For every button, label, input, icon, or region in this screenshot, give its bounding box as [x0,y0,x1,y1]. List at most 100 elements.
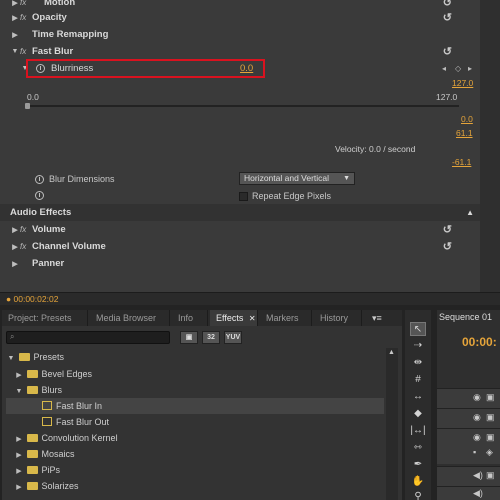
folder-icon [26,369,38,378]
reset-icon[interactable]: ↺ [443,11,452,24]
tree-label: Blurs [41,385,63,395]
selection-tool-icon[interactable]: ↖ [410,322,426,336]
effects-search-input[interactable]: ⌕ [6,331,170,344]
tab-media-browser[interactable]: Media Browser [90,310,170,326]
video-track-expanded[interactable]: ◉ ▣ ▪ ◈ [437,428,500,464]
fx-icon[interactable]: fx [20,242,32,251]
track-select-tool-icon[interactable]: ⇢ [410,339,426,353]
tree-item-convolution-kernel[interactable]: ▶ Convolution Kernel [6,430,384,446]
tab-project[interactable]: Project: Presets [2,310,88,326]
tab-info[interactable]: Info [172,310,208,326]
expand-triangle-icon[interactable]: ▶ [10,31,20,39]
prev-keyframe-icon[interactable]: ◂ [442,64,446,73]
effect-row-time-remapping[interactable]: ▶ Time Remapping [0,26,480,43]
effects-scrollbar[interactable]: ▲ [386,348,398,500]
tab-markers[interactable]: Markers [260,310,312,326]
eye-icon[interactable]: ◉ [473,392,481,403]
effect-label: Channel Volume [32,241,106,252]
expand-triangle-icon[interactable]: ▶ [14,480,24,496]
close-icon[interactable]: ✕ [249,314,256,323]
slip-tool-icon[interactable]: |↔| [410,424,426,438]
tree-item-fast-blur-out[interactable]: Fast Blur Out [6,414,384,430]
reset-icon[interactable]: ↺ [443,240,452,253]
collapse-triangle-icon[interactable]: ▼ [10,48,20,55]
audio-row-volume[interactable]: ▶ fx Volume ↺ [0,221,480,238]
next-keyframe-icon[interactable]: ▸ [468,64,472,73]
panel-menu-icon[interactable]: ▾≡ [366,310,398,326]
collapse-triangle-icon[interactable]: ▼ [6,351,16,367]
fx-icon[interactable]: fx [20,225,32,234]
audio-row-panner[interactable]: ▶ Panner [0,255,480,272]
scroll-up-icon[interactable]: ▲ [388,349,395,356]
folder-icon [26,465,38,474]
expand-triangle-icon[interactable]: ▶ [10,243,20,251]
preset-effect-icon [42,401,52,411]
scroll-up-icon[interactable]: ▲ [466,204,474,221]
audio-row-channel-volume[interactable]: ▶ fx Channel Volume ↺ [0,238,480,255]
tree-item-mosaics[interactable]: ▶ Mosaics [6,446,384,462]
fx-icon[interactable]: fx [20,47,32,56]
repeat-edge-row[interactable]: Repeat Edge Pixels [239,191,331,201]
slide-tool-icon[interactable]: ⇿ [410,441,426,455]
effect-row-opacity[interactable]: ▶ fx Opacity ↺ [0,9,480,26]
rate-stretch-tool-icon[interactable]: ↔ [410,390,426,404]
timecode[interactable]: 00:00:02:02 [14,294,59,304]
pen-tool-icon[interactable]: ✒ [410,458,426,472]
audio-track[interactable]: ◀) ▣ [437,466,500,486]
track-output-icon[interactable]: ▣ [486,412,495,423]
accelerated-effects-button[interactable]: ▣ [180,331,198,344]
tab-label: Effects [216,313,244,323]
tab-effects[interactable]: Effects ✕ [210,310,258,326]
tree-item-bevel-edges[interactable]: ▶ Bevel Edges [6,366,384,382]
fx-icon[interactable]: fx [20,13,32,22]
stopwatch-icon[interactable] [35,174,44,184]
effect-label: Opacity [32,12,67,23]
razor-tool-icon[interactable]: ◆ [410,407,426,421]
keyframe-icon[interactable]: ▪ [473,447,476,457]
tab-history[interactable]: History [314,310,362,326]
tree-item-pips[interactable]: ▶ PiPs [6,462,384,478]
32bit-effects-button[interactable]: 32 [202,331,220,344]
display-style-icon[interactable]: ◈ [486,447,493,458]
tree-item-solarizes[interactable]: ▶ Solarizes [6,478,384,494]
hand-tool-icon[interactable]: ✋ [410,475,426,489]
yuv-effects-button[interactable]: YUV [224,331,242,344]
tree-label: Presets [33,352,65,362]
track-output-icon[interactable]: ▣ [486,432,495,443]
reset-icon[interactable]: ↺ [443,223,452,236]
rolling-edit-tool-icon[interactable]: # [410,373,426,387]
expand-triangle-icon[interactable]: ▶ [10,14,20,22]
effect-row-fast-blur[interactable]: ▼ fx Fast Blur ↺ [0,43,480,60]
graph-max-value: 127.0 [452,78,474,88]
add-keyframe-icon[interactable]: ◇ [455,64,461,73]
collapse-triangle-icon[interactable]: ▶ [10,0,20,7]
track-output-icon[interactable]: ▣ [486,392,495,403]
reset-icon[interactable]: ↺ [443,0,452,9]
speaker-icon[interactable]: ◀) [473,488,483,499]
tree-label: PiPs [41,465,61,475]
stopwatch-icon[interactable] [35,191,44,202]
blurriness-slider[interactable] [27,105,459,107]
zoom-tool-icon[interactable]: ⚲ [410,490,426,500]
sequence-timecode[interactable]: 00:00: [462,335,497,349]
tree-item-blurs[interactable]: ▼ Blurs [6,382,384,398]
slider-max-label: 127.0 [436,92,458,102]
expand-triangle-icon[interactable]: ▶ [10,260,20,268]
tab-sequence[interactable]: Sequence 01 [439,312,492,322]
eye-icon[interactable]: ◉ [473,412,481,423]
slider-handle[interactable] [25,103,30,109]
reset-icon[interactable]: ↺ [443,45,452,58]
ripple-edit-tool-icon[interactable]: ⇹ [410,356,426,370]
tree-item-presets[interactable]: ▼ Presets [6,349,384,365]
blur-dimensions-dropdown[interactable]: Horizontal and Vertical ▼ [239,172,355,185]
fx-icon[interactable]: fx [20,0,32,7]
repeat-edge-checkbox[interactable] [239,191,248,201]
tree-item-fast-blur-in[interactable]: Fast Blur In [6,398,384,414]
video-track[interactable]: ◉ ▣ [437,408,500,428]
expand-triangle-icon[interactable]: ▶ [10,226,20,234]
video-track[interactable]: ◉ ▣ [437,388,500,408]
audio-track[interactable]: ◀) [437,486,500,500]
track-output-icon[interactable]: ▣ [486,470,495,481]
speaker-icon[interactable]: ◀) [473,470,483,481]
eye-icon[interactable]: ◉ [473,432,481,443]
